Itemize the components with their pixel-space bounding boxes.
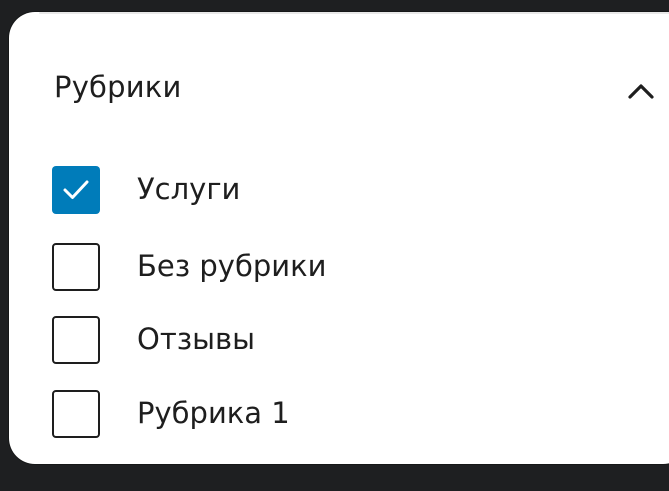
category-checkbox[interactable] bbox=[52, 166, 100, 214]
category-label: Услуги bbox=[137, 172, 241, 206]
category-label: Рубрика 1 bbox=[137, 396, 290, 430]
category-checkbox[interactable] bbox=[52, 243, 100, 291]
categories-panel: Рубрики Услуги Без рубрики Отзывы Рубрик… bbox=[9, 12, 669, 464]
category-checkbox[interactable] bbox=[52, 390, 100, 438]
checkmark-icon bbox=[63, 180, 89, 199]
category-item-otzyvy[interactable]: Отзывы bbox=[52, 316, 652, 370]
panel-header: Рубрики bbox=[9, 12, 669, 182]
category-item-rubrika-1[interactable]: Рубрика 1 bbox=[52, 390, 652, 444]
category-label: Отзывы bbox=[137, 322, 256, 356]
category-label: Без рубрики bbox=[137, 249, 327, 283]
chevron-up-icon bbox=[628, 84, 654, 99]
panel-title: Рубрики bbox=[54, 70, 182, 104]
category-checkbox[interactable] bbox=[52, 316, 100, 364]
category-item-uslugi[interactable]: Услуги bbox=[52, 166, 652, 220]
collapse-toggle-button[interactable] bbox=[621, 72, 661, 112]
category-item-bez-rubriki[interactable]: Без рубрики bbox=[52, 243, 652, 297]
